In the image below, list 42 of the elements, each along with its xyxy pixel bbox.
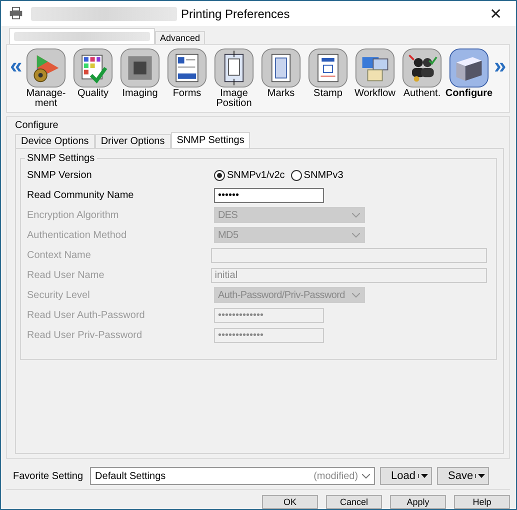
radio-label: SNMPv3 xyxy=(304,170,344,180)
password-field[interactable]: •••••• xyxy=(214,188,324,202)
field-label: Read User Priv-Password xyxy=(27,330,144,340)
modified-note: (modified) xyxy=(314,470,358,482)
window-title: Printing Preferences xyxy=(181,6,291,20)
printer-icon xyxy=(9,7,23,20)
favorite-dropdown[interactable]: Default Settings (modified) xyxy=(90,467,376,485)
chevron-icon xyxy=(352,212,360,218)
tab[interactable] xyxy=(9,28,155,44)
tab[interactable]: Device Options xyxy=(15,134,95,148)
field-label: Context Name xyxy=(27,250,92,260)
field-label: Security Level xyxy=(27,290,91,300)
radio-option[interactable]: SNMPv1/v2c xyxy=(214,170,285,180)
field-label: SNMP Version xyxy=(27,170,93,180)
field-label: Read Community Name xyxy=(27,190,135,200)
chevron-icon xyxy=(352,292,360,298)
group-title: SNMP Settings xyxy=(25,153,97,164)
scroll-left-button[interactable]: « xyxy=(10,56,21,76)
tab[interactable]: SNMP Settings xyxy=(170,132,250,148)
section-title: Configure xyxy=(15,120,60,131)
text-field[interactable] xyxy=(210,248,487,262)
chevron-icon xyxy=(362,474,370,478)
dropdown-arrow-icon xyxy=(475,474,486,478)
scroll-right-button[interactable]: » xyxy=(494,56,505,76)
chevron-icon xyxy=(352,232,360,238)
split-button[interactable]: Save xyxy=(437,467,490,485)
dialog-button[interactable]: OK xyxy=(262,495,318,509)
tab[interactable]: Advanced xyxy=(155,31,206,44)
dialog-button[interactable]: Help xyxy=(454,495,510,509)
field-label: Authentication Method xyxy=(27,230,128,240)
tab[interactable]: Driver Options xyxy=(94,134,171,148)
split-button[interactable]: Load xyxy=(380,467,432,485)
field-label: Read User Auth-Password xyxy=(27,310,146,320)
dropdown-arrow-icon xyxy=(418,474,428,478)
dialog-button[interactable]: Apply xyxy=(390,495,446,509)
radio-label: SNMPv1/v2c xyxy=(227,170,285,180)
close-button[interactable]: ✕ xyxy=(476,1,516,26)
field-label: Read User Name xyxy=(27,270,106,280)
field-label: Encryption Algorithm xyxy=(27,210,120,220)
radio-option[interactable]: SNMPv3 xyxy=(290,170,344,180)
favorite-label: Favorite Setting xyxy=(13,470,84,482)
dialog-button[interactable]: Cancel xyxy=(326,495,382,509)
